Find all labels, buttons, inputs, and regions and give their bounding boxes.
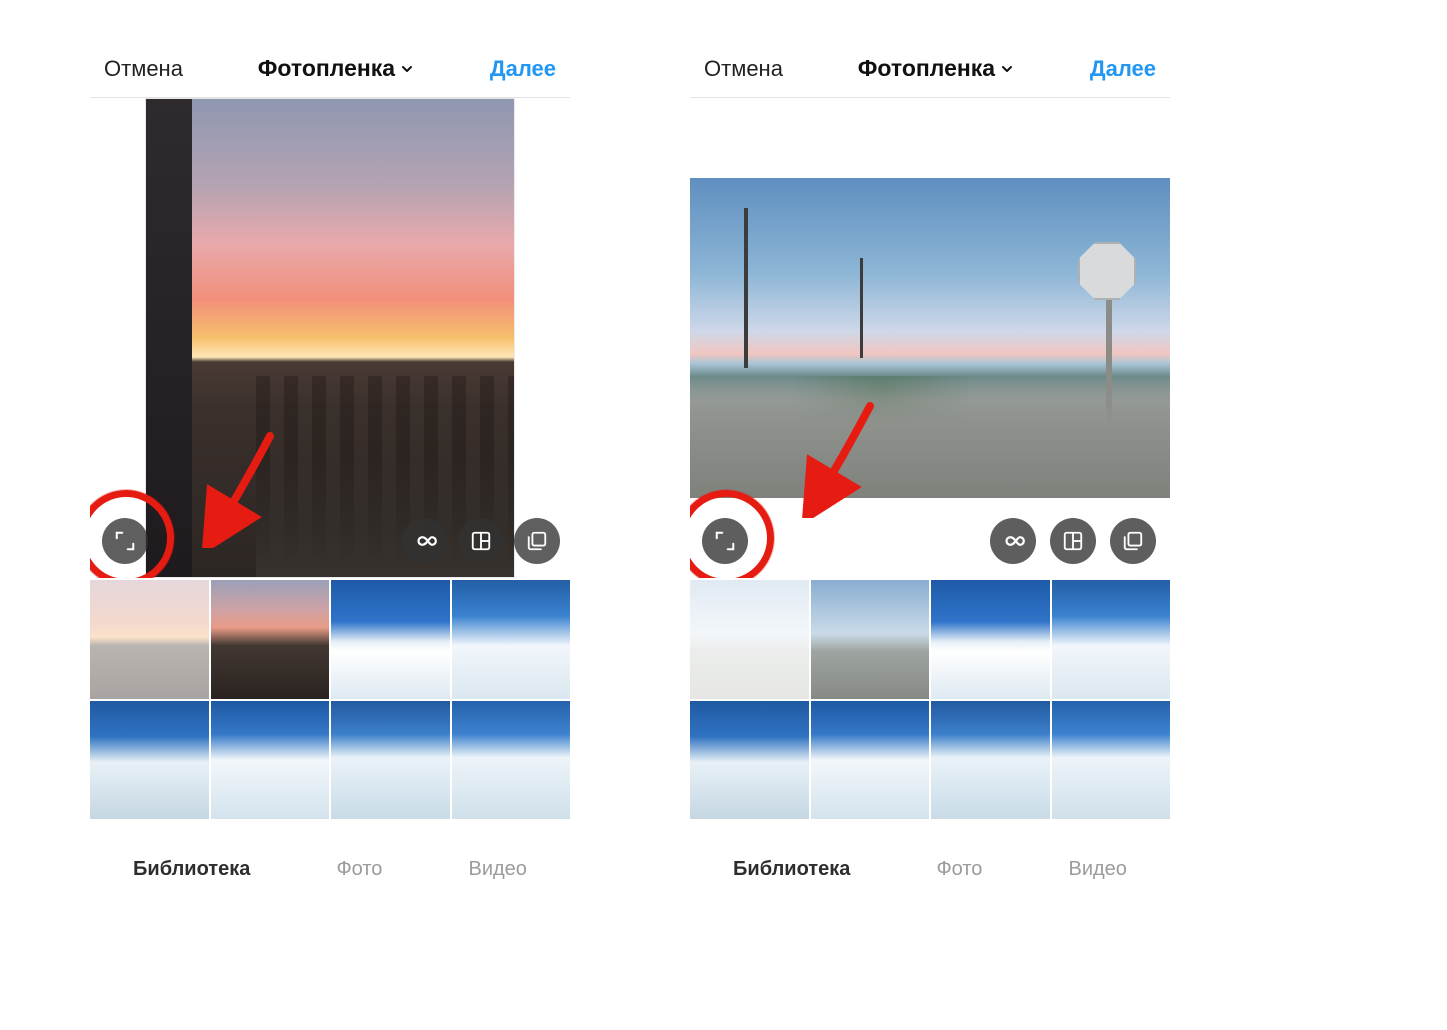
photo-thumbnail[interactable] <box>1052 701 1171 820</box>
photo-thumbnail[interactable] <box>90 701 209 820</box>
tab-photo[interactable]: Фото <box>936 858 982 881</box>
next-button[interactable]: Далее <box>490 56 556 82</box>
tab-library[interactable]: Библиотека <box>733 858 850 881</box>
cancel-button[interactable]: Отмена <box>104 56 183 82</box>
photo-thumbnail[interactable] <box>452 701 571 820</box>
photo-thumbnail[interactable] <box>931 580 1050 699</box>
photo-preview[interactable] <box>690 98 1170 578</box>
album-picker[interactable]: Фотопленка <box>258 55 415 82</box>
layout-button[interactable] <box>1050 518 1096 564</box>
photo-thumbnail[interactable] <box>452 580 571 699</box>
multi-select-icon <box>526 530 548 552</box>
photo-thumbnail[interactable] <box>211 701 330 820</box>
preview-image <box>690 178 1170 498</box>
expand-crop-button[interactable] <box>702 518 748 564</box>
photo-thumbnail[interactable] <box>690 701 809 820</box>
photo-thumbnail[interactable] <box>690 580 809 699</box>
layout-icon <box>470 530 492 552</box>
phone-screenshot-left: Отмена Фотопленка Далее Библиотека Фото Видео <box>90 40 570 897</box>
boomerang-icon <box>1000 528 1026 554</box>
expand-crop-icon <box>714 530 736 552</box>
photo-preview[interactable] <box>90 98 570 578</box>
multi-select-button[interactable] <box>514 518 560 564</box>
cancel-button[interactable]: Отмена <box>704 56 783 82</box>
album-title: Фотопленка <box>858 55 995 82</box>
bottom-tabs: Библиотека Фото Видео <box>690 841 1170 897</box>
navbar: Отмена Фотопленка Далее <box>690 40 1170 98</box>
photo-thumbnail[interactable] <box>931 701 1050 820</box>
bottom-tabs: Библиотека Фото Видео <box>90 841 570 897</box>
phone-screenshot-right: Отмена Фотопленка Далее Библиотека Фото Видео <box>690 40 1170 897</box>
album-picker[interactable]: Фотопленка <box>858 55 1015 82</box>
photo-thumbnail[interactable] <box>211 580 330 699</box>
tab-library[interactable]: Библиотека <box>133 858 250 881</box>
chevron-down-icon <box>999 61 1015 77</box>
multi-select-button[interactable] <box>1110 518 1156 564</box>
photo-thumbnail[interactable] <box>90 580 209 699</box>
photo-thumbnail[interactable] <box>1052 580 1171 699</box>
boomerang-button[interactable] <box>402 518 448 564</box>
photo-thumbnail[interactable] <box>811 580 930 699</box>
preview-image <box>145 98 515 578</box>
layout-icon <box>1062 530 1084 552</box>
chevron-down-icon <box>399 61 415 77</box>
expand-crop-icon <box>114 530 136 552</box>
next-button[interactable]: Далее <box>1090 56 1156 82</box>
navbar: Отмена Фотопленка Далее <box>90 40 570 98</box>
album-title: Фотопленка <box>258 55 395 82</box>
multi-select-icon <box>1122 530 1144 552</box>
photo-thumbnail[interactable] <box>331 701 450 820</box>
photo-thumbnail[interactable] <box>331 580 450 699</box>
boomerang-button[interactable] <box>990 518 1036 564</box>
tab-photo[interactable]: Фото <box>336 858 382 881</box>
layout-button[interactable] <box>458 518 504 564</box>
tab-video[interactable]: Видео <box>468 858 526 881</box>
tab-video[interactable]: Видео <box>1068 858 1126 881</box>
photo-grid <box>690 578 1170 819</box>
boomerang-icon <box>412 528 438 554</box>
photo-grid <box>90 578 570 819</box>
photo-thumbnail[interactable] <box>811 701 930 820</box>
expand-crop-button[interactable] <box>102 518 148 564</box>
